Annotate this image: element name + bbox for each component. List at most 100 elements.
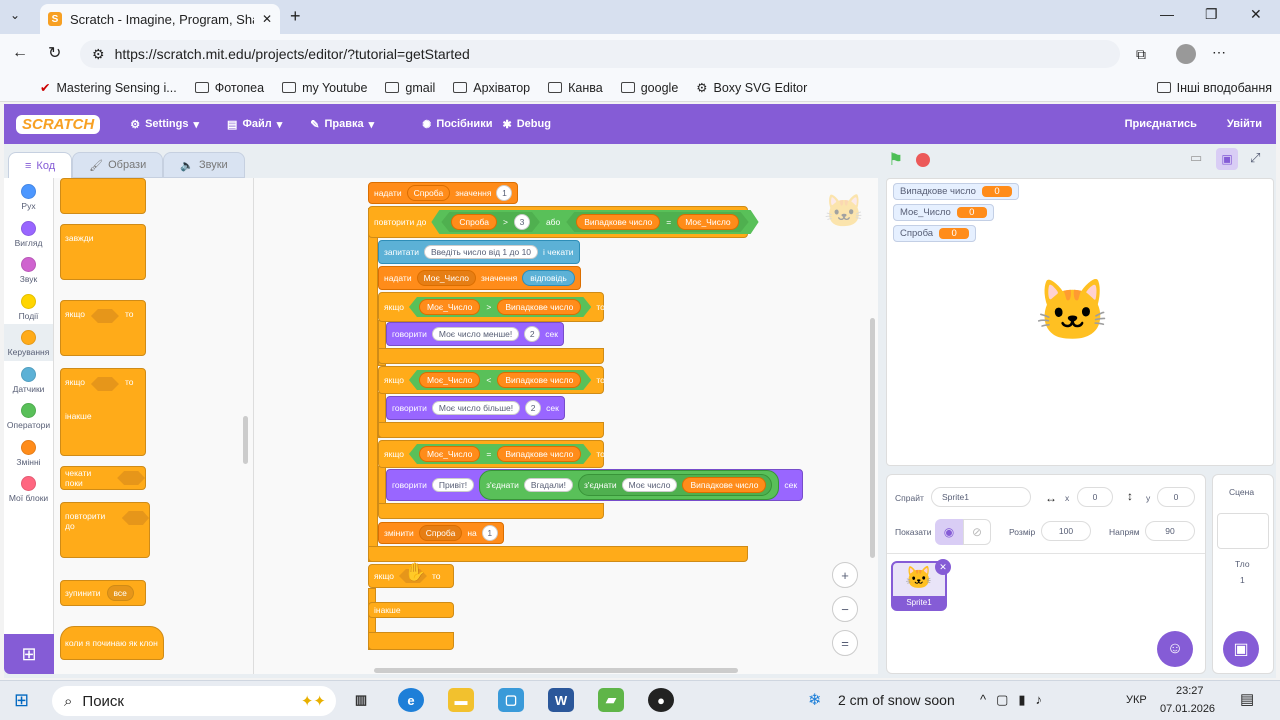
bookmark-mastering[interactable]: ✔ Mastering Sensing i... [40,80,177,96]
restore-icon[interactable]: ❐ [1205,6,1218,23]
system-tray-icons[interactable]: ^▢▮♪ [980,692,1052,708]
address-bar[interactable]: ⚙ https://scratch.mit.edu/projects/edito… [80,40,1120,68]
bookmark-boxy[interactable]: ⚙ Boxy SVG Editor [696,80,807,96]
value-input[interactable]: 1 [496,185,513,201]
file-explorer-icon[interactable]: ▬ [448,688,474,712]
browser-tab[interactable]: S Scratch - Imagine, Program, Share ✕ [40,4,280,34]
var-reporter[interactable]: Моє_Число [419,372,480,388]
add-sprite-icon[interactable]: ☺ [1157,631,1193,667]
set-try-block[interactable]: надати Спроба значення 1 [368,182,519,204]
var-reporter[interactable]: Випадкове число [497,299,581,315]
say-join-block[interactable]: говорити Привіт! з'єднати Вгадали! з'єдн… [386,469,804,501]
join-operator-inner[interactable]: з'єднати Моє число Випадкове число [577,474,773,496]
var-reporter[interactable]: Випадкове число [682,477,767,493]
answer-reporter[interactable]: відповідь [522,270,575,286]
var-reporter[interactable]: Випадкове число [497,446,581,462]
scratch-logo[interactable]: SCRATCH [16,114,101,134]
if-greater-block[interactable]: якщо Моє_Число > Випадкове число то [378,292,605,322]
category-events[interactable]: Події [4,288,53,325]
fullscreen-icon[interactable]: ⤢ [1250,150,1260,166]
text-input[interactable]: Моє число більше! [431,401,521,415]
direction-input[interactable]: 90 [1145,521,1195,541]
horizontal-scrollbar[interactable] [374,668,738,673]
minimize-icon[interactable]: — [1160,6,1174,22]
text-input[interactable]: Привіт! [431,478,475,492]
value-input[interactable]: 3 [514,214,530,230]
if-equal-block[interactable]: якщо Моє_Число = Випадкове число то [378,440,605,468]
tab-list-icon[interactable]: ⌄ [10,8,20,22]
palette-wait-until-block[interactable]: чекати поки [60,466,146,490]
bookmark-canva[interactable]: Канва [548,81,603,95]
category-myblocks[interactable]: Мої блоки [4,470,53,507]
tab-code[interactable]: ≡ Код [8,152,73,178]
edit-menu[interactable]: ✎ Правка ▾ [310,118,374,131]
palette-c-block-top[interactable] [60,178,146,214]
category-sound[interactable]: Звук [4,251,53,288]
condition-slot[interactable] [90,309,119,323]
join-link[interactable]: Приєднатись [1125,118,1197,130]
clock-time[interactable]: 23:27 [1176,685,1204,697]
category-operators[interactable]: Оператори [4,397,53,434]
monitor-random[interactable]: Випадкове число 0 [893,183,1019,200]
palette-repeat-until-block[interactable]: повторити до [60,502,150,558]
var-dropdown[interactable]: Моє_Число [416,270,476,286]
bookmark-youtube[interactable]: my Youtube [282,81,367,95]
value-input[interactable]: 1 [481,525,498,541]
x-input[interactable]: 0 [1077,487,1113,507]
zoom-in-icon[interactable]: + [832,562,858,588]
condition-slot[interactable] [117,471,145,485]
windows-start-icon[interactable]: ⊞ [14,690,29,711]
if-less-block[interactable]: якщо Моє_Число < Випадкове число то [378,366,605,394]
normal-stage-icon[interactable]: ▣ [1216,148,1238,170]
gt-operator[interactable]: Моє_Число > Випадкове число [409,297,591,317]
monitor-try[interactable]: Спроба 0 [893,225,977,242]
close-tab-icon[interactable]: ✕ [262,12,272,26]
bookmark-archiver[interactable]: Архіватор [453,81,530,95]
palette-forever-block[interactable]: завжди [60,224,146,280]
condition-slot[interactable] [121,511,149,525]
stage-thumbnail[interactable] [1217,513,1269,549]
small-stage-icon[interactable]: ▭ [1190,150,1202,166]
clock-date[interactable]: 07.01.2026 [1160,703,1215,715]
tab-costumes[interactable]: 🖌 Образи [72,152,164,178]
bookmark-fotopea[interactable]: Фотопеа [194,81,264,95]
var-reporter[interactable]: Моє_Число [419,446,480,462]
text-input[interactable]: Моє число [621,478,678,492]
show-eye-icon[interactable]: ◉ [935,519,963,545]
var-reporter[interactable]: Моє_Число [677,214,738,230]
close-window-icon[interactable]: ✕ [1250,6,1262,23]
monitor-my-number[interactable]: Моє_Число 0 [893,204,994,221]
gt-operator[interactable]: Спроба >3 [441,212,540,232]
hide-eye-icon[interactable]: ⊘ [963,519,991,545]
category-looks[interactable]: Вигляд [4,215,53,252]
palette-stop-block[interactable]: зупинити все [60,580,146,606]
var-reporter[interactable]: Випадкове число [576,214,660,230]
language-indicator[interactable]: УКР [1126,694,1147,706]
join-operator[interactable]: з'єднати Вгадали! з'єднати Моє число Вип… [479,470,780,500]
bookmark-google[interactable]: google [620,81,678,95]
or-operator[interactable]: Спроба >3 або Випадкове число = Моє_Число [431,210,758,234]
var-reporter[interactable]: Моє_Число [419,299,480,315]
bookmark-other[interactable]: Інші вподобання [1156,81,1272,95]
task-view-icon[interactable]: ▥ [348,688,374,712]
reload-icon[interactable]: ↻ [48,43,61,63]
say-more-block[interactable]: говорити Моє число більше! 2 сек [386,396,565,420]
cat-sprite[interactable]: 🐱 [1035,275,1110,346]
palette-if-else-block[interactable]: якщо то інакше [60,368,146,456]
add-extension-button[interactable]: ⊞ [4,634,54,674]
profile-avatar[interactable] [1176,44,1196,64]
obs-icon[interactable]: ● [648,688,674,712]
new-tab-icon[interactable]: + [290,6,301,27]
set-my-number-block[interactable]: надати Моє_Число значення відповідь [378,266,581,290]
say-less-block[interactable]: говорити Моє число менше! 2 сек [386,322,564,346]
y-input[interactable]: 0 [1157,487,1195,507]
site-info-icon[interactable]: ⚙ [92,46,105,63]
file-menu[interactable]: ▤ Файл ▾ [227,118,282,131]
taskbar-search[interactable]: ⌕ Поиск ✦✦ [52,686,336,716]
vertical-scrollbar[interactable] [870,318,875,558]
change-try-block[interactable]: змінити Спроба на 1 [378,522,504,544]
app-icon[interactable]: ▢ [498,688,524,712]
stop-icon[interactable] [916,153,930,167]
app2-icon[interactable]: ▰ [598,688,624,712]
eq-operator[interactable]: Моє_Число = Випадкове число [409,444,591,464]
